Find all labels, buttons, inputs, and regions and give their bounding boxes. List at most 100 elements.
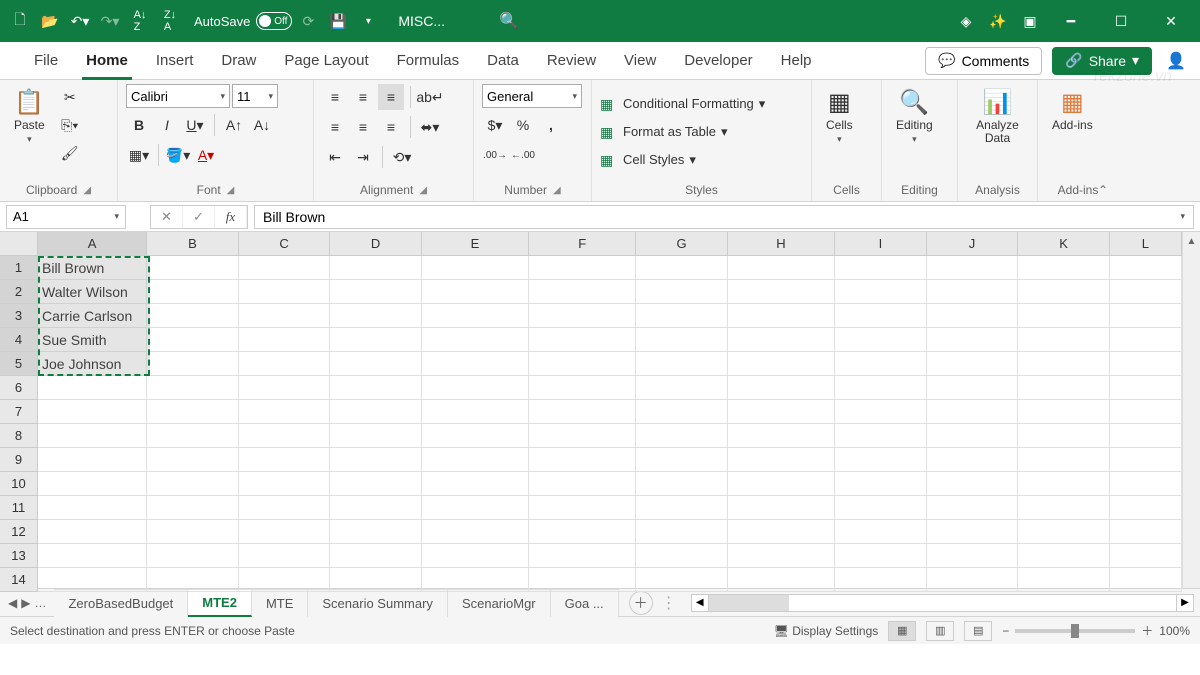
sheet-nav-next-icon[interactable]: ▶: [21, 596, 30, 610]
cell-A11[interactable]: [38, 496, 147, 520]
cell-L7[interactable]: [1110, 400, 1182, 424]
cell-E7[interactable]: [422, 400, 529, 424]
cell-B12[interactable]: [147, 520, 239, 544]
cell-G6[interactable]: [636, 376, 728, 400]
cell-L6[interactable]: [1110, 376, 1182, 400]
cell-K8[interactable]: [1018, 424, 1110, 448]
font-size-select[interactable]: 11▾: [232, 84, 278, 108]
wrap-text-icon[interactable]: ab↵: [417, 84, 443, 110]
cell-C13[interactable]: [239, 544, 331, 568]
autosave-switch[interactable]: Off: [256, 12, 292, 30]
cell-C12[interactable]: [239, 520, 331, 544]
cell-K6[interactable]: [1018, 376, 1110, 400]
cell-H8[interactable]: [728, 424, 835, 448]
cells-button[interactable]: ▦Cells▾: [820, 84, 859, 179]
cell-K2[interactable]: [1018, 280, 1110, 304]
cell-E1[interactable]: [422, 256, 529, 280]
column-header-K[interactable]: K: [1018, 232, 1110, 256]
save-icon[interactable]: 💾: [324, 6, 352, 36]
cell-I12[interactable]: [835, 520, 927, 544]
orientation-icon[interactable]: ⟲▾: [389, 144, 415, 170]
cell-C9[interactable]: [239, 448, 331, 472]
comments-button[interactable]: 💬 Comments: [925, 47, 1042, 75]
row-header-11[interactable]: 11: [0, 496, 38, 520]
column-header-G[interactable]: G: [636, 232, 728, 256]
underline-button[interactable]: U▾: [182, 112, 208, 138]
cell-F9[interactable]: [529, 448, 636, 472]
cell-C4[interactable]: [239, 328, 331, 352]
cell-G2[interactable]: [636, 280, 728, 304]
cell-B14[interactable]: [147, 568, 239, 592]
cell-B13[interactable]: [147, 544, 239, 568]
select-all-corner[interactable]: [0, 232, 38, 256]
cell-I9[interactable]: [835, 448, 927, 472]
zoom-value[interactable]: 100%: [1159, 624, 1190, 638]
cell-C11[interactable]: [239, 496, 331, 520]
cell-K4[interactable]: [1018, 328, 1110, 352]
close-button[interactable]: ✕: [1148, 6, 1194, 36]
cell-F14[interactable]: [529, 568, 636, 592]
dialog-launcher-icon[interactable]: ◢: [227, 185, 235, 196]
coming-soon-icon[interactable]: ✨: [984, 6, 1012, 36]
cell-A3[interactable]: Carrie Carlson: [38, 304, 147, 328]
cell-L14[interactable]: [1110, 568, 1182, 592]
cell-L12[interactable]: [1110, 520, 1182, 544]
cell-L5[interactable]: [1110, 352, 1182, 376]
comma-icon[interactable]: ,: [538, 112, 564, 138]
tab-draw[interactable]: Draw: [207, 42, 270, 80]
column-header-C[interactable]: C: [239, 232, 331, 256]
cell-D2[interactable]: [330, 280, 422, 304]
decrease-indent-icon[interactable]: ⇤: [322, 144, 348, 170]
sort-asc-icon[interactable]: A↓Z: [126, 6, 154, 36]
collapse-ribbon-icon[interactable]: ⌃: [1098, 183, 1108, 197]
increase-font-icon[interactable]: A↑: [221, 112, 247, 138]
column-header-A[interactable]: A: [38, 232, 147, 256]
cell-B7[interactable]: [147, 400, 239, 424]
scroll-left-icon[interactable]: ◀: [691, 594, 709, 612]
tab-data[interactable]: Data: [473, 42, 533, 80]
tab-formulas[interactable]: Formulas: [383, 42, 474, 80]
cell-K11[interactable]: [1018, 496, 1110, 520]
cells-area[interactable]: Bill BrownWalter WilsonCarrie CarlsonSue…: [38, 256, 1182, 588]
cell-C10[interactable]: [239, 472, 331, 496]
sheet-tab-scenario-summary[interactable]: Scenario Summary: [308, 589, 448, 617]
cell-A9[interactable]: [38, 448, 147, 472]
new-file-icon[interactable]: 🗋: [6, 6, 34, 36]
cut-icon[interactable]: ✂: [57, 84, 83, 110]
cell-H5[interactable]: [728, 352, 835, 376]
cell-B11[interactable]: [147, 496, 239, 520]
cell-H12[interactable]: [728, 520, 835, 544]
autosave-toggle[interactable]: AutoSave Off: [194, 12, 292, 30]
cell-F7[interactable]: [529, 400, 636, 424]
merge-center-icon[interactable]: ⬌▾: [417, 114, 443, 140]
row-header-9[interactable]: 9: [0, 448, 38, 472]
align-left-icon[interactable]: ≡: [322, 114, 348, 140]
column-header-E[interactable]: E: [422, 232, 529, 256]
row-header-4[interactable]: 4: [0, 328, 38, 352]
cell-H14[interactable]: [728, 568, 835, 592]
row-header-8[interactable]: 8: [0, 424, 38, 448]
cell-C3[interactable]: [239, 304, 331, 328]
row-header-1[interactable]: 1: [0, 256, 38, 280]
cell-G14[interactable]: [636, 568, 728, 592]
zoom-out-icon[interactable]: −: [1002, 624, 1009, 638]
row-header-3[interactable]: 3: [0, 304, 38, 328]
cell-E8[interactable]: [422, 424, 529, 448]
decrease-font-icon[interactable]: A↓: [249, 112, 275, 138]
cell-D12[interactable]: [330, 520, 422, 544]
format-as-table-button[interactable]: ▦Format as Table ▾: [600, 120, 765, 144]
cell-F1[interactable]: [529, 256, 636, 280]
cell-I7[interactable]: [835, 400, 927, 424]
italic-button[interactable]: I: [154, 112, 180, 138]
tab-view[interactable]: View: [610, 42, 670, 80]
cell-F6[interactable]: [529, 376, 636, 400]
cell-J7[interactable]: [927, 400, 1019, 424]
column-header-I[interactable]: I: [835, 232, 927, 256]
maximize-button[interactable]: ☐: [1098, 6, 1144, 36]
cell-D4[interactable]: [330, 328, 422, 352]
editing-button[interactable]: 🔍Editing▾: [890, 84, 939, 179]
bold-button[interactable]: B: [126, 112, 152, 138]
share-button[interactable]: 🔗 Share ▾: [1052, 47, 1152, 75]
cell-I1[interactable]: [835, 256, 927, 280]
cell-I5[interactable]: [835, 352, 927, 376]
